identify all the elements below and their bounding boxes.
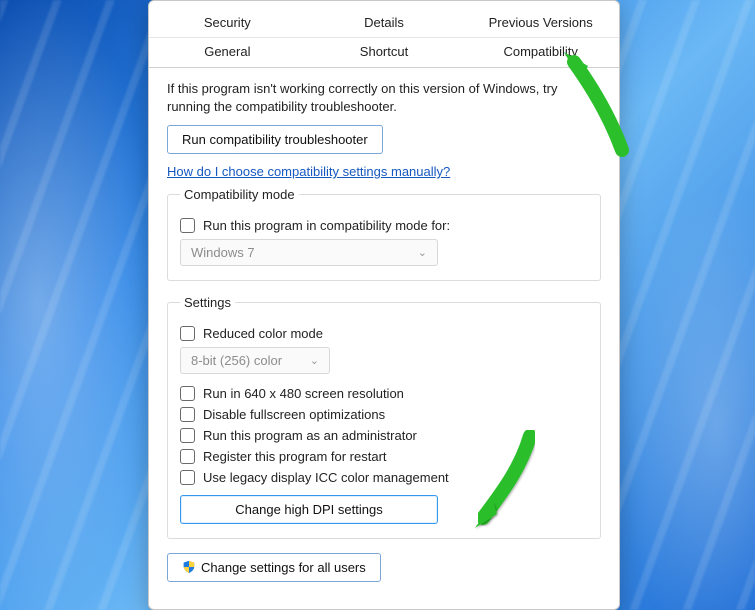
legacy-icc-label: Use legacy display ICC color management <box>203 470 449 485</box>
tab-previous-versions[interactable]: Previous Versions <box>462 9 619 37</box>
compat-mode-label: Run this program in compatibility mode f… <box>203 218 450 233</box>
compat-os-select[interactable]: Windows 7 ⌄ <box>180 239 438 266</box>
run-640-checkbox[interactable] <box>180 386 195 401</box>
tab-details[interactable]: Details <box>306 9 463 37</box>
properties-dialog: Security Details Previous Versions Gener… <box>148 0 620 610</box>
disable-fullscreen-label: Disable fullscreen optimizations <box>203 407 385 422</box>
help-link[interactable]: How do I choose compatibility settings m… <box>167 164 450 179</box>
run-admin-checkbox[interactable] <box>180 428 195 443</box>
color-mode-select[interactable]: 8-bit (256) color ⌄ <box>180 347 330 374</box>
tab-general[interactable]: General <box>149 37 306 67</box>
compat-os-value: Windows 7 <box>191 245 255 260</box>
reduced-color-checkbox[interactable] <box>180 326 195 341</box>
legacy-icc-checkbox[interactable] <box>180 470 195 485</box>
chevron-down-icon: ⌄ <box>418 246 427 259</box>
change-all-users-button[interactable]: Change settings for all users <box>167 553 381 582</box>
run-troubleshooter-button[interactable]: Run compatibility troubleshooter <box>167 125 383 154</box>
compat-mode-checkbox[interactable] <box>180 218 195 233</box>
run-admin-label: Run this program as an administrator <box>203 428 417 443</box>
compatibility-mode-legend: Compatibility mode <box>180 187 299 202</box>
run-640-label: Run in 640 x 480 screen resolution <box>203 386 404 401</box>
disable-fullscreen-checkbox[interactable] <box>180 407 195 422</box>
tab-shortcut[interactable]: Shortcut <box>306 37 463 67</box>
tab-compatibility[interactable]: Compatibility <box>462 37 619 67</box>
change-all-users-label: Change settings for all users <box>201 560 366 575</box>
settings-group: Settings Reduced color mode 8-bit (256) … <box>167 295 601 539</box>
register-restart-checkbox[interactable] <box>180 449 195 464</box>
tab-content: If this program isn't working correctly … <box>149 68 619 596</box>
intro-text: If this program isn't working correctly … <box>167 80 601 115</box>
shield-icon <box>182 560 196 574</box>
tab-security[interactable]: Security <box>149 9 306 37</box>
compatibility-mode-group: Compatibility mode Run this program in c… <box>167 187 601 281</box>
color-mode-value: 8-bit (256) color <box>191 353 282 368</box>
tabstrip: Security Details Previous Versions Gener… <box>149 1 619 68</box>
settings-legend: Settings <box>180 295 235 310</box>
chevron-down-icon: ⌄ <box>310 354 319 367</box>
reduced-color-label: Reduced color mode <box>203 326 323 341</box>
change-dpi-settings-button[interactable]: Change high DPI settings <box>180 495 438 524</box>
register-restart-label: Register this program for restart <box>203 449 387 464</box>
